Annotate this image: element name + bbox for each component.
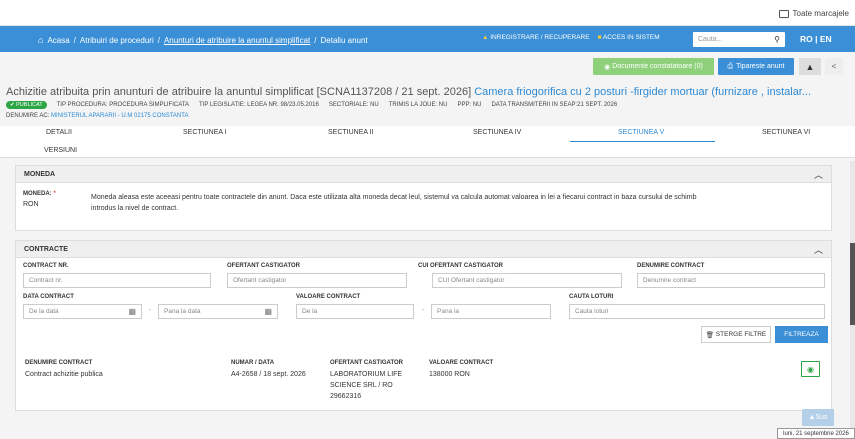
scrollbar-thumb[interactable] [850,243,855,325]
register-link[interactable]: ▲ INREGISTRARE / RECUPERARE [482,34,590,41]
print-button[interactable]: ⎙ Tipareste anunt [718,58,794,75]
tab-sectiunea-ii[interactable]: SECTIUNEA II [328,129,374,136]
top-navigation: ⌂ Acasa / Atribuiri de proceduri / Anunt… [0,26,855,52]
status-badge: ✔ PUBLICAT [6,101,47,109]
col-valoare: VALOARE CONTRACT [429,360,494,366]
procedure-meta: ✔ PUBLICAT TIP PROCEDURA: PROCEDURA SIMP… [6,101,617,109]
valoare-contract-label: VALOARE CONTRACT [296,294,361,300]
col-ofertant: OFERTANT CASTIGATOR [330,360,403,366]
chevron-up-icon: ▲ [805,61,815,72]
row-ofertant: LABORATORIUM LIFE SCIENCE SRL / RO 29662… [330,371,403,400]
eye-icon: ◉ [807,364,814,374]
breadcrumb: ⌂ Acasa / Atribuiri de proceduri / Anunt… [38,35,368,45]
contract-object-title: Camera friogorifica cu 2 posturi -firgid… [474,86,812,98]
back-button[interactable]: < [825,58,843,75]
breadcrumb-home[interactable]: Acasa [47,36,69,45]
eye-icon: ◉ [604,63,613,71]
col-denumire: DENUMIRE CONTRACT [25,360,93,366]
lang-ro[interactable]: RO [800,34,813,44]
collapse-up-button[interactable]: ▲ [799,58,821,75]
row-valoare: 138000 RON [429,371,470,378]
calendar-icon[interactable]: ▦ [264,307,272,316]
bookmarks-bar: Toate marcajele [0,0,855,26]
cui-label: CUI OFERTANT CASTIGATOR [418,263,503,269]
moneda-header[interactable]: MONEDA ︿ [16,166,831,183]
tab-versiuni[interactable]: VERSIUNI [44,147,77,154]
data-from-input[interactable]: De la data ▦ [23,304,142,319]
clear-filters-button[interactable]: 🗑 STERGE FILTRE [701,326,771,343]
tab-sectiunea-v[interactable]: SECTIUNEA V [618,129,664,136]
page-title: Achizitie atribuita prin anunturi de atr… [6,86,812,98]
folder-icon [778,9,789,18]
search-input[interactable]: Cauta... ⚲ [693,32,785,47]
lang-en[interactable]: EN [820,34,832,44]
all-bookmarks-button[interactable]: Toate marcajele [778,9,849,18]
search-icon[interactable]: ⚲ [774,35,780,44]
documents-button[interactable]: ◉ Documente constatatoare (0) [593,58,714,75]
valoare-to-input[interactable]: Pana la [431,304,551,319]
view-contract-button[interactable]: ◉ [801,361,820,377]
contract-nr-label: CONTRACT NR. [23,263,69,269]
row-denumire: Contract achizitie publica [25,371,103,378]
breadcrumb-anunturi[interactable]: Anunturi de atribuire la anuntul simplif… [164,36,310,45]
moneda-value: RON [23,201,39,208]
valoare-from-input[interactable]: De la [296,304,414,319]
ofertant-input[interactable]: Ofertant castigator [227,273,407,288]
status-date: luni, 21 septembrie 2026 [777,428,855,439]
tab-sectiunea-iv[interactable]: SECTIUNEA IV [473,129,521,136]
filter-button[interactable]: FILTREAZA [775,326,828,343]
section-tabs [0,126,855,158]
breadcrumb-detaliu: Detaliu anunt [320,35,368,45]
data-to-input[interactable]: Pana la data ▦ [158,304,278,319]
moneda-description: Moneda aleasa este aceeasi pentru toate … [91,194,697,212]
chevron-left-icon: < [831,62,837,71]
cauta-loturi-label: CAUTA LOTURI [569,294,614,300]
cauta-loturi-input[interactable]: Cauta loturi [569,304,825,319]
contracte-header[interactable]: CONTRACTE ︿ [16,241,831,258]
ofertant-label: OFERTANT CASTIGATOR [227,263,300,269]
col-numar-data: NUMAR / DATA [231,360,275,366]
check-icon: ✔ [10,102,15,108]
breadcrumb-atribuiri[interactable]: Atribuiri de proceduri [80,36,154,45]
scroll-top-button[interactable]: ▲ Sus [802,409,834,426]
contracting-authority-link[interactable]: MINISTERUL APARARII - U.M 02175 CONSTANT… [51,113,188,119]
tab-sectiunea-i[interactable]: SECTIUNEA I [183,129,227,136]
tab-detalii[interactable]: DETALII [46,129,72,136]
home-icon: ⌂ [38,35,44,45]
print-icon: ⎙ [727,62,734,70]
contract-nr-input[interactable]: Contract nr. [23,273,211,288]
denumire-contract-label: DENUMIRE CONTRACT [637,263,705,269]
page-scrollbar[interactable] [850,161,855,439]
denumire-contract-input[interactable]: Denumire contract [637,273,825,288]
chevron-up-icon[interactable]: ︿ [814,168,823,181]
calendar-icon[interactable]: ▦ [128,307,136,316]
cui-input[interactable]: CUI Ofertant castigator [432,273,622,288]
active-tab-indicator [570,141,715,142]
data-contract-label: DATA CONTRACT [23,294,74,300]
arrow-up-icon: ▲ [808,414,816,421]
language-switcher: RO | EN [800,34,832,44]
login-link[interactable]: ■ ACCES IN SISTEM [598,34,660,41]
tab-sectiunea-vi[interactable]: SECTIUNEA VI [762,129,810,136]
trash-icon: 🗑 [705,331,716,339]
user-icon: ▲ [482,34,489,41]
moneda-label: MONEDA: * [23,191,56,197]
row-numar-data: A4-2658 / 18 sept. 2026 [231,371,306,378]
chevron-up-icon[interactable]: ︿ [814,243,823,256]
lock-icon: ■ [597,34,602,41]
contracting-authority: DENUMIRE AC: MINISTERUL APARARII - U.M 0… [6,113,189,119]
